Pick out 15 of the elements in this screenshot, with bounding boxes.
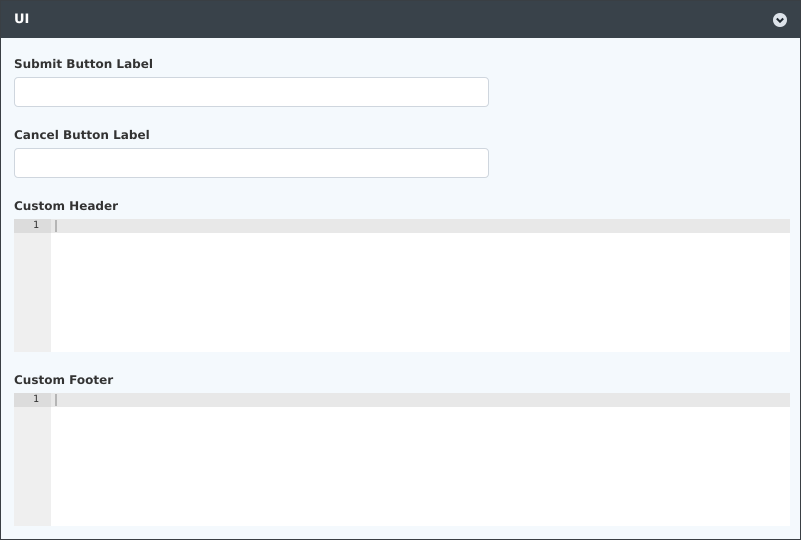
code-editor[interactable]: 1 xyxy=(14,219,790,352)
field-label: Custom Header xyxy=(14,198,120,214)
text-field[interactable] xyxy=(14,148,489,178)
panel-header[interactable]: UI xyxy=(1,1,800,38)
field-label: Custom Footer xyxy=(14,372,114,388)
chevron-down-icon[interactable] xyxy=(773,12,787,26)
code-editor[interactable]: 1 xyxy=(14,393,790,526)
field-label: Cancel Button Label xyxy=(14,127,151,143)
text-field[interactable] xyxy=(14,77,489,107)
line-number: 1 xyxy=(14,219,51,233)
text-cursor xyxy=(55,220,57,232)
field-label: Submit Button Label xyxy=(14,56,154,72)
panel-title: UI xyxy=(14,10,30,29)
line-number: 1 xyxy=(14,393,51,407)
text-cursor xyxy=(55,394,57,406)
